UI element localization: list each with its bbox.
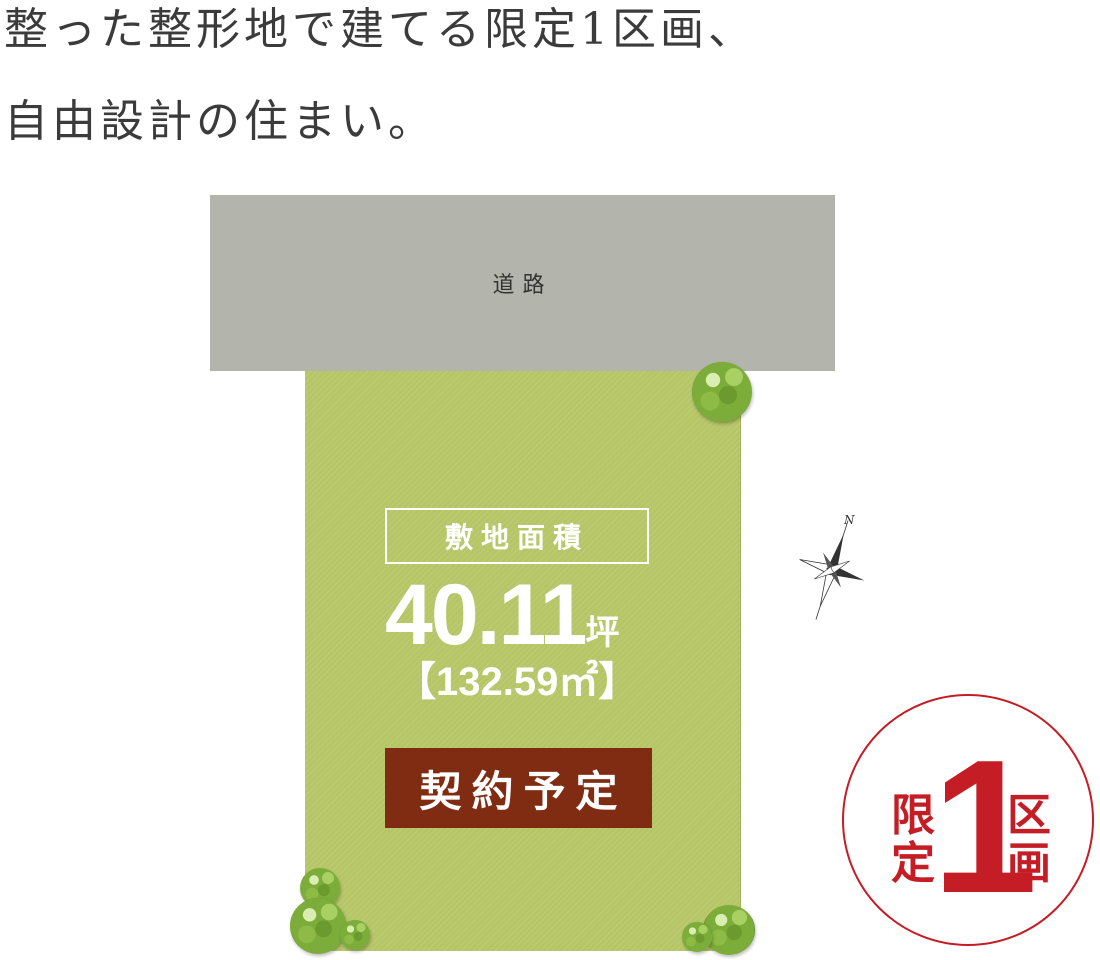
- tree-bottom-left-large-icon: [290, 898, 346, 954]
- site-area-label: 敷地面積: [385, 508, 649, 564]
- site-area-tsubo-value: 40.11: [385, 567, 587, 663]
- limited-one-lot-badge: 限 定 1 区 画: [842, 694, 1094, 946]
- site-area-tsubo-unit: 坪: [585, 613, 620, 653]
- road-area: 道路: [210, 195, 835, 371]
- badge-left-text: 限 定: [891, 790, 935, 889]
- site-area-sqm: 【132.59㎡】: [396, 660, 639, 704]
- headline-line-2: 自由設計の住まい。: [4, 96, 436, 147]
- tree-bottom-left-tiny-icon: [340, 920, 370, 950]
- compass-north-label: N: [843, 513, 855, 527]
- tree-bottom-right-small-icon: [682, 922, 712, 952]
- headline-line-1: 整った整形地で建てる限定1区画、: [4, 4, 756, 55]
- tree-top-right-icon: [692, 362, 752, 422]
- badge-number: 1: [932, 721, 1038, 933]
- compass-icon: N: [799, 513, 865, 620]
- badge-right-text: 区 画: [1007, 790, 1051, 889]
- site-area-tsubo: 40.11坪: [385, 572, 665, 658]
- status-badge: 契約予定: [385, 748, 652, 828]
- road-label: 道路: [492, 273, 553, 298]
- tree-bottom-right-icon: [703, 905, 755, 955]
